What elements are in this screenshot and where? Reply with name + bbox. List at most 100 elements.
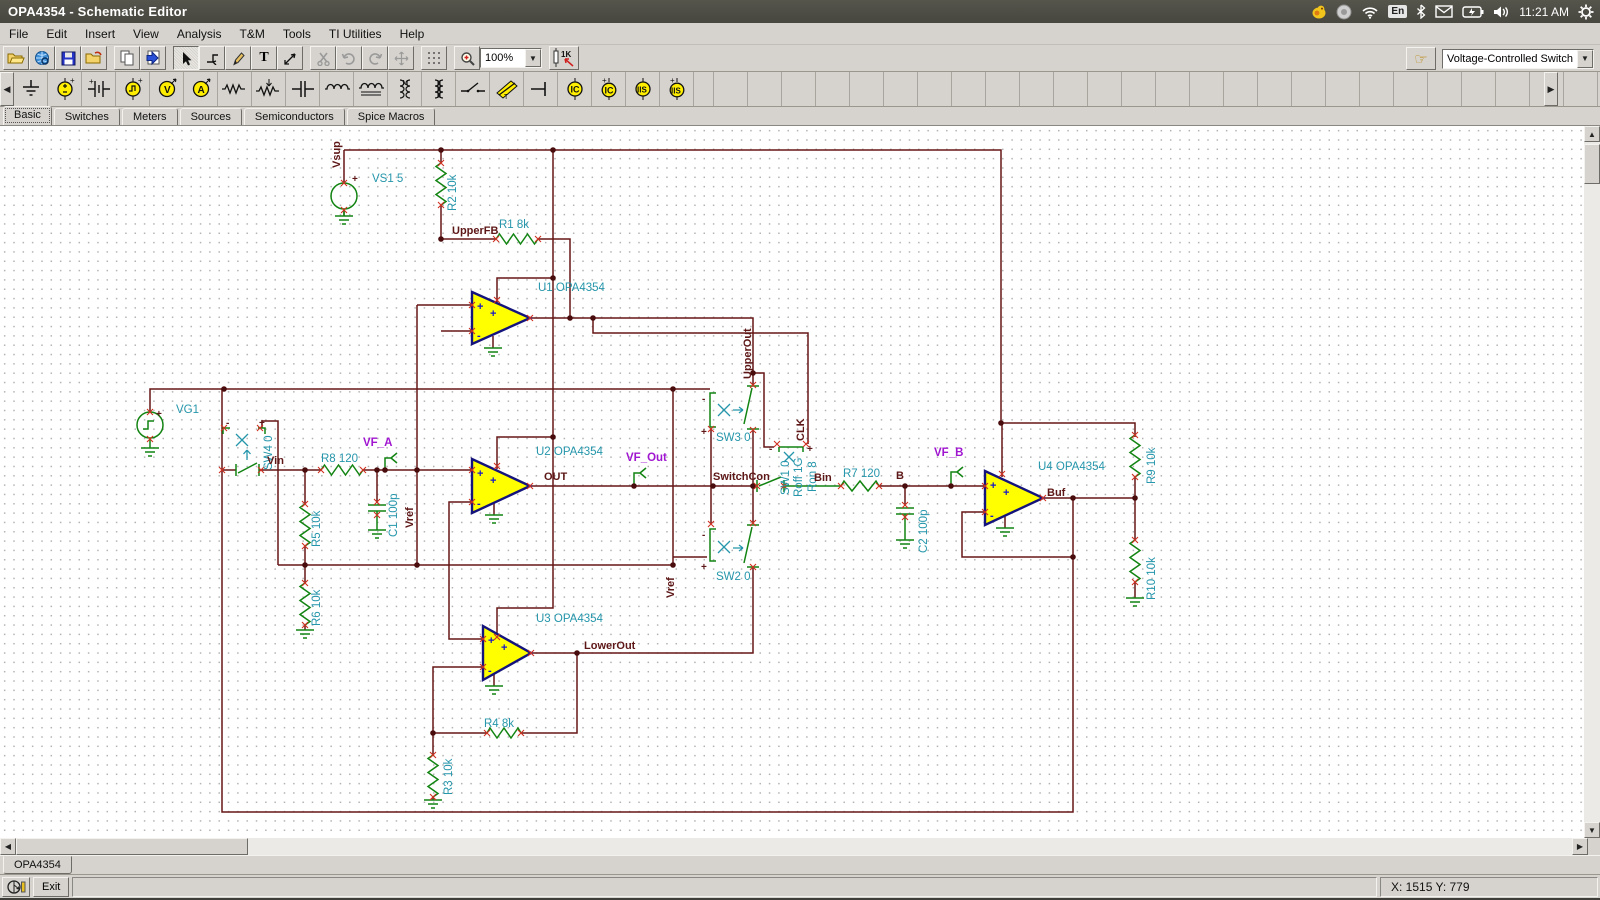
open-file-button[interactable]: [3, 46, 29, 70]
palette-ic-current-plus[interactable]: +IC: [592, 72, 626, 106]
schematic-canvas[interactable]: + + - + + - + + - + + - + + - + - + - + …: [0, 126, 1584, 838]
dimension-tool-button[interactable]: [277, 46, 303, 70]
horizontal-scrollbar[interactable]: ◀ ▶: [0, 838, 1588, 855]
tab-basic[interactable]: Basic: [3, 106, 52, 125]
component-palette: ◀ + + + V A M T IC: [0, 72, 1600, 107]
switch-sw3: [710, 386, 759, 429]
svg-text:-: -: [990, 510, 994, 522]
zoom-combo-dropdown-icon[interactable]: ▼: [525, 49, 541, 67]
tab-sources[interactable]: Sources: [180, 108, 242, 125]
svg-text:-: -: [477, 330, 481, 342]
palette-scroll-left[interactable]: ◀: [0, 72, 14, 106]
pencil-tool-button[interactable]: [225, 46, 251, 70]
menu-tools[interactable]: Tools: [274, 24, 320, 44]
scroll-down-button[interactable]: ▼: [1584, 822, 1600, 838]
component-mode-combo[interactable]: Voltage-Controlled Switch ▼: [1442, 49, 1594, 69]
component-mode-dropdown-icon[interactable]: ▼: [1577, 50, 1593, 68]
zoom-tool-button[interactable]: [454, 46, 480, 70]
label-switchcon: SwitchCon: [713, 471, 770, 483]
palette-iis-source-plus[interactable]: +IIS: [660, 72, 694, 106]
menu-analysis[interactable]: Analysis: [168, 24, 231, 44]
exit-button[interactable]: Exit: [33, 877, 69, 897]
schematic-mode-button[interactable]: [2, 877, 30, 897]
wire-tool-button[interactable]: [199, 46, 225, 70]
select-tool-button[interactable]: [173, 46, 199, 70]
find-component-button[interactable]: ☞: [1406, 47, 1436, 70]
menu-file[interactable]: File: [0, 24, 37, 44]
svg-text:+: +: [138, 77, 143, 85]
label-r8: R8 120: [321, 453, 358, 465]
label-clk: CLK: [795, 418, 807, 441]
palette-resistor[interactable]: [218, 72, 252, 106]
battery-icon[interactable]: [1462, 6, 1484, 18]
resistor-r8: [321, 465, 363, 475]
settings-gear-icon[interactable]: [1578, 4, 1594, 20]
zoom-level-combo[interactable]: 100% ▼: [480, 48, 542, 68]
svg-text:-: -: [477, 498, 481, 510]
palette-scroll-right[interactable]: ▶: [1544, 72, 1558, 106]
capacitor-c2: [896, 508, 914, 540]
palette-coupled-inductors[interactable]: M: [388, 72, 422, 106]
palette-inductor[interactable]: [320, 72, 354, 106]
palette-iis-source[interactable]: IIS: [626, 72, 660, 106]
palette-controlled-switch[interactable]: T: [490, 72, 524, 106]
menu-insert[interactable]: Insert: [76, 24, 124, 44]
grid-toggle-button[interactable]: [421, 46, 447, 70]
svg-text:M: M: [402, 80, 408, 87]
tab-semiconductors[interactable]: Semiconductors: [244, 108, 345, 125]
menu-edit[interactable]: Edit: [37, 24, 76, 44]
switch-sw4: [223, 428, 265, 476]
switch-sw2: [710, 525, 759, 567]
palette-transformer[interactable]: [422, 72, 456, 106]
scroll-right-button[interactable]: ▶: [1572, 838, 1588, 855]
scroll-up-button[interactable]: ▲: [1584, 126, 1600, 142]
menu-view[interactable]: View: [124, 24, 168, 44]
palette-ammeter[interactable]: A: [184, 72, 218, 106]
svg-text:+: +: [488, 635, 494, 647]
tab-spice-macros[interactable]: Spice Macros: [347, 108, 436, 125]
menu-ti-utilities[interactable]: TI Utilities: [320, 24, 391, 44]
resistor-r10: [1130, 540, 1140, 582]
mail-icon[interactable]: [1435, 5, 1453, 18]
main-toolbar: T 100% ▼ 1K ☞ Voltage: [0, 45, 1600, 72]
palette-switch[interactable]: [456, 72, 490, 106]
text-tool-button[interactable]: T: [251, 46, 277, 70]
tab-switches[interactable]: Switches: [54, 108, 120, 125]
horizontal-scroll-thumb[interactable]: [16, 838, 248, 855]
paste-button[interactable]: [140, 46, 166, 70]
probe-vf-b: [951, 467, 963, 486]
wifi-icon[interactable]: [1361, 5, 1379, 19]
speaker-icon[interactable]: [1493, 5, 1510, 19]
copy-button[interactable]: [114, 46, 140, 70]
palette-inductor-core[interactable]: [354, 72, 388, 106]
menu-help[interactable]: Help: [391, 24, 434, 44]
label-c1: C1 100p: [388, 494, 400, 537]
palette-voltage-source[interactable]: +: [48, 72, 82, 106]
palette-terminal[interactable]: [524, 72, 558, 106]
keyboard-layout-indicator[interactable]: En: [1388, 5, 1407, 18]
palette-voltage-generator[interactable]: +: [116, 72, 150, 106]
bluetooth-icon[interactable]: [1416, 4, 1426, 19]
palette-ic-current[interactable]: IC: [558, 72, 592, 106]
label-c2: C2 100p: [918, 510, 930, 553]
scroll-left-button[interactable]: ◀: [0, 838, 16, 855]
save-button[interactable]: [55, 46, 81, 70]
palette-potentiometer[interactable]: [252, 72, 286, 106]
svg-text:+: +: [1003, 487, 1009, 499]
tab-meters[interactable]: Meters: [122, 108, 178, 125]
palette-capacitor[interactable]: [286, 72, 320, 106]
menu-tm[interactable]: T&M: [231, 24, 274, 44]
palette-battery[interactable]: +: [82, 72, 116, 106]
palette-ground[interactable]: [14, 72, 48, 106]
palette-voltmeter[interactable]: V: [150, 72, 184, 106]
vertical-scrollbar[interactable]: ▲ ▼: [1584, 126, 1600, 838]
mascot-icon[interactable]: [1311, 4, 1327, 20]
sheet-tab-opa4354[interactable]: OPA4354: [3, 856, 72, 874]
schematic-drawing[interactable]: + + - + + - + + - + + - + + - + - + - + …: [0, 126, 1584, 838]
open-web-button[interactable]: [29, 46, 55, 70]
label-vf-b: VF_B: [934, 447, 963, 459]
component-value-button[interactable]: 1K: [549, 46, 579, 70]
volume-knob-icon[interactable]: [1336, 4, 1352, 20]
open-recent-button[interactable]: [81, 46, 107, 70]
vertical-scroll-thumb[interactable]: [1584, 144, 1600, 184]
